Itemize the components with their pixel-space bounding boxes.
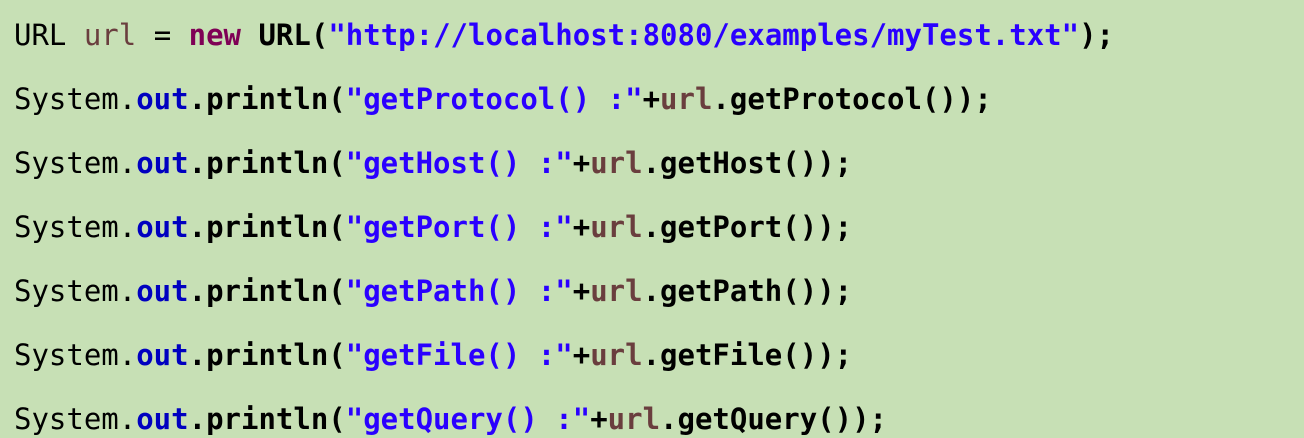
code-token-string: "getPort() :": [345, 210, 573, 244]
code-line: System.out.println("getPath() :"+url.get…: [14, 267, 1304, 331]
code-token-plain: System.: [14, 210, 137, 244]
code-token-bold: +: [590, 402, 608, 436]
code-token-var-bold: url: [660, 82, 713, 116]
code-token-bold: +: [572, 146, 591, 180]
code-token-plain: =: [136, 18, 189, 52]
code-token-plain: System.: [14, 274, 137, 308]
code-token-plain: System.: [14, 82, 137, 116]
code-line: URL url = new URL("http://localhost:8080…: [14, 11, 1304, 75]
code-token-plain: System.: [14, 402, 137, 436]
code-token-var-bold: url: [590, 146, 643, 180]
code-line: System.out.println("getFile() :"+url.get…: [14, 331, 1304, 395]
code-token-bold: .println(: [188, 338, 346, 372]
code-token-var-bold: url: [590, 210, 643, 244]
code-token-bold: .getFile());: [642, 338, 853, 372]
code-token-string: "http://localhost:8080/examples/myTest.t…: [328, 18, 1080, 52]
code-token-bold: .println(: [188, 402, 346, 436]
code-token-bold: .getPath());: [642, 274, 853, 308]
code-token-var-bold: url: [590, 338, 643, 372]
code-token-bold: URL(: [241, 18, 329, 52]
code-token-bold: .getProtocol());: [712, 82, 992, 116]
code-token-field: out: [136, 402, 189, 436]
code-token-string: "getQuery() :": [345, 402, 591, 436]
code-line: System.out.println("getPort() :"+url.get…: [14, 203, 1304, 267]
code-token-bold: .println(: [188, 210, 346, 244]
code-token-plain: URL: [14, 18, 84, 52]
code-token-bold: +: [642, 82, 661, 116]
code-token-bold: +: [572, 210, 591, 244]
code-token-bold: +: [572, 338, 591, 372]
code-token-string: "getFile() :": [345, 338, 573, 372]
code-line: System.out.println("getQuery() :"+url.ge…: [14, 395, 1304, 438]
code-token-bold: .println(: [188, 146, 346, 180]
code-token-keyword: new: [188, 18, 242, 52]
code-token-bold: .getQuery());: [660, 402, 888, 436]
code-token-bold: );: [1079, 18, 1115, 52]
code-token-string: "getPath() :": [345, 274, 573, 308]
code-line: System.out.println("getProtocol() :"+url…: [14, 75, 1304, 139]
code-token-bold: .getPort());: [642, 210, 853, 244]
code-token-bold: +: [572, 274, 591, 308]
code-token-bold: .getHost());: [642, 146, 853, 180]
code-line: System.out.println("getHost() :"+url.get…: [14, 139, 1304, 203]
code-token-var: url: [83, 18, 137, 52]
code-token-field: out: [136, 82, 189, 116]
code-snippet: URL url = new URL("http://localhost:8080…: [0, 0, 1304, 438]
code-token-field: out: [136, 338, 189, 372]
code-token-plain: System.: [14, 338, 137, 372]
code-token-field: out: [136, 274, 189, 308]
code-token-bold: .println(: [188, 274, 346, 308]
code-token-field: out: [136, 146, 189, 180]
code-token-plain: System.: [14, 146, 137, 180]
code-token-bold: .println(: [188, 82, 346, 116]
code-token-string: "getProtocol() :": [345, 82, 643, 116]
code-token-field: out: [136, 210, 189, 244]
code-token-var-bold: url: [607, 402, 661, 436]
code-token-string: "getHost() :": [345, 146, 573, 180]
code-token-var-bold: url: [590, 274, 643, 308]
